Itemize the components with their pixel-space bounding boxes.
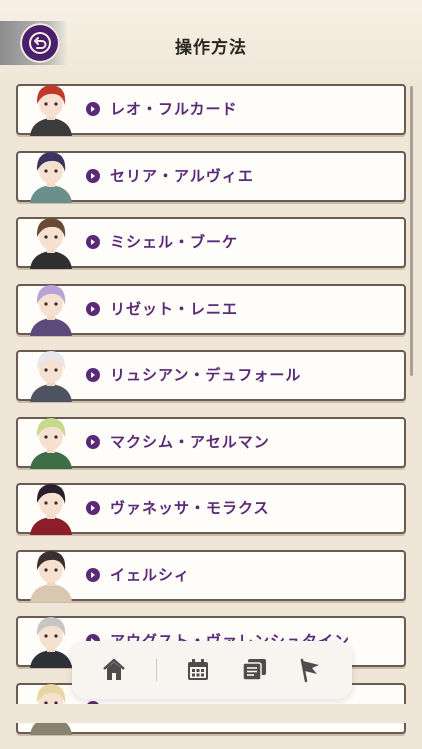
character-list-item[interactable]: リゼット・レニエ [16, 283, 406, 336]
bottom-strip [0, 704, 422, 723]
home-icon [103, 658, 125, 680]
character-name: イェルシィ [110, 565, 191, 584]
character-portrait [22, 78, 80, 136]
character-name: ミシェル・ブーケ [110, 233, 239, 251]
nav-home-button[interactable] [98, 654, 130, 686]
nav-calendar-button[interactable] [182, 654, 214, 686]
scrollbar[interactable] [410, 86, 413, 376]
character-list-item[interactable]: レオ・フルカード [16, 84, 406, 136]
character-list-item[interactable]: イェルシィ [16, 549, 406, 602]
header: 操作方法 [0, 0, 422, 84]
cards-icon [242, 659, 266, 681]
character-portrait [22, 145, 80, 203]
arrow-right-icon [86, 235, 100, 249]
arrow-right-icon [86, 567, 100, 582]
arrow-right-icon [86, 501, 100, 515]
arrow-right-icon [86, 102, 100, 116]
character-name: レオ・フルカード [110, 100, 238, 118]
character-name: ヴァネッサ・モラクス [110, 499, 270, 517]
character-list-item[interactable]: ヴァネッサ・モラクス [16, 483, 406, 535]
character-portrait [22, 411, 80, 469]
character-portrait [22, 211, 80, 269]
character-name: リュシアン・デュフォール [110, 366, 302, 384]
nav-flag-button[interactable] [294, 654, 326, 686]
character-list-item[interactable]: リュシアン・デュフォール [16, 350, 406, 402]
character-list-item[interactable]: ミシェル・ブーケ [16, 217, 406, 269]
arrow-right-icon [86, 168, 100, 183]
character-name: マクシム・アセルマン [110, 432, 270, 451]
character-list-item[interactable]: セリア・アルヴィエ [16, 150, 406, 203]
nav-cards-button[interactable] [238, 654, 270, 686]
character-portrait [22, 278, 80, 336]
arrow-right-icon [86, 301, 100, 316]
arrow-right-icon [86, 434, 100, 449]
flag-icon [300, 658, 319, 683]
character-portrait [22, 477, 80, 535]
arrow-right-icon [86, 368, 100, 382]
character-portrait [22, 344, 80, 402]
character-portrait [22, 544, 80, 602]
character-name: セリア・アルヴィエ [110, 166, 254, 185]
character-list-item[interactable]: マクシム・アセルマン [16, 416, 406, 469]
nav-separator [156, 659, 157, 681]
character-name: リゼット・レニエ [110, 299, 239, 318]
page-title: 操作方法 [175, 38, 247, 58]
bottom-nav [72, 641, 352, 699]
calendar-icon [188, 659, 208, 680]
